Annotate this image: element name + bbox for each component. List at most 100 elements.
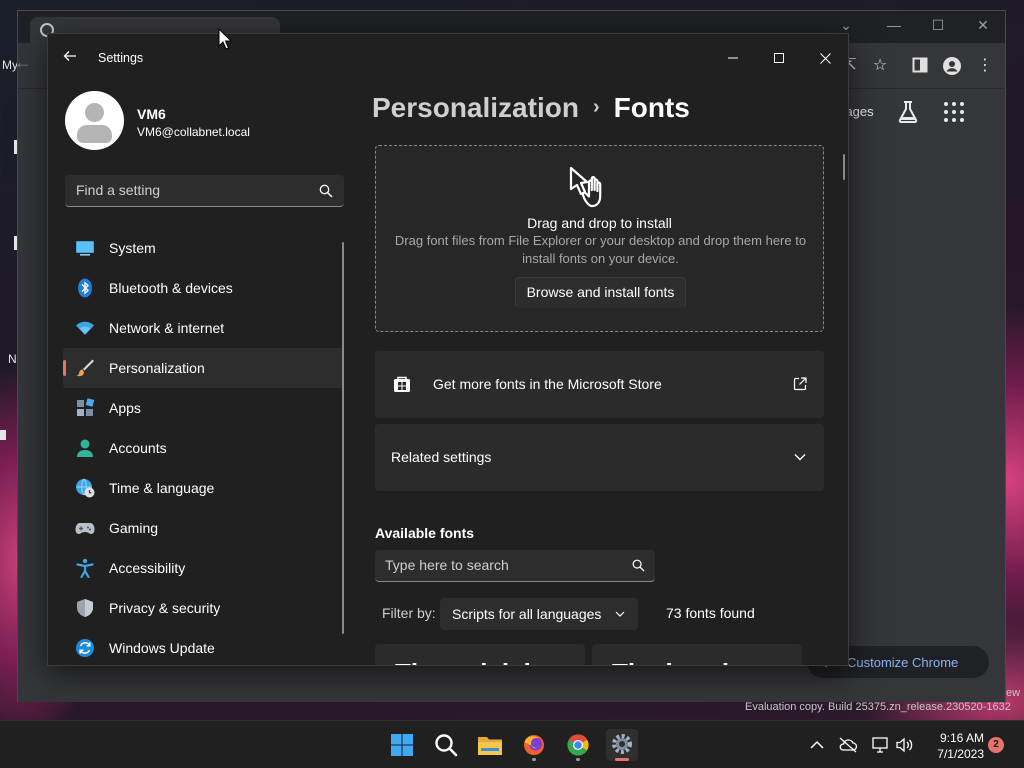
maximize-icon <box>774 53 784 63</box>
cloud-sync-icon[interactable] <box>838 735 858 755</box>
user-name: VM6 <box>137 106 166 122</box>
fonts-found-count: 73 fonts found <box>666 605 755 621</box>
nav-item-personalization[interactable]: Personalization <box>63 348 344 388</box>
running-indicator <box>532 758 536 761</box>
nav-item-system[interactable]: System <box>63 228 344 268</box>
search-icon[interactable] <box>319 184 333 198</box>
nav-item-bluetooth[interactable]: Bluetooth & devices <box>63 268 344 308</box>
watermark-text-tail: ew <box>1006 687 1021 699</box>
evaluation-watermark: Evaluation copy. Build 25375.zn_release.… <box>745 701 1011 713</box>
volume-icon[interactable] <box>894 735 914 755</box>
mouse-cursor-icon <box>218 28 232 50</box>
maximize-button[interactable] <box>756 42 802 74</box>
settings-window: Settings VM6 VM6@collabnet.local System … <box>47 33 849 666</box>
file-explorer-icon <box>478 737 502 755</box>
settings-taskbar-button[interactable] <box>606 729 638 761</box>
nav-label: Windows Update <box>109 640 215 656</box>
nav-label: Personalization <box>109 360 205 376</box>
running-indicator <box>576 758 580 761</box>
maximize-icon[interactable]: ☐ <box>928 17 948 37</box>
firefox-icon <box>524 735 544 755</box>
settings-nav: System Bluetooth & devices Network & int… <box>63 228 345 665</box>
script-filter-dropdown[interactable]: Scripts for all languages <box>440 598 638 630</box>
close-button[interactable] <box>802 42 848 74</box>
system-icon <box>76 241 94 256</box>
search-icon[interactable] <box>632 559 645 572</box>
chevron-down-icon <box>615 611 625 617</box>
profile-icon[interactable] <box>943 57 961 75</box>
wifi-icon <box>76 321 94 335</box>
find-setting-box[interactable] <box>65 175 344 207</box>
font-preview-tile[interactable]: The quick brown fox <box>375 644 585 665</box>
find-setting-input[interactable] <box>65 175 305 205</box>
nav-item-accounts[interactable]: Accounts <box>63 428 344 468</box>
close-icon[interactable]: ✕ <box>973 17 993 37</box>
chevron-down-icon <box>794 454 806 461</box>
google-apps-icon[interactable] <box>944 102 964 122</box>
start-button[interactable] <box>386 729 418 761</box>
firefox-button[interactable] <box>518 729 550 761</box>
avatar-head <box>85 103 104 122</box>
side-panel-icon[interactable] <box>911 57 929 75</box>
file-explorer-button[interactable] <box>474 729 506 761</box>
start-icon <box>391 734 413 756</box>
font-drop-zone[interactable]: Drag and drop to install Drag font files… <box>375 145 824 332</box>
nav-item-privacy-security[interactable]: Privacy & security <box>63 588 344 628</box>
browse-install-fonts-button[interactable]: Browse and install fonts <box>515 277 686 308</box>
minimize-icon <box>728 57 738 59</box>
nav-label: Apps <box>109 400 141 416</box>
gamepad-icon <box>75 523 95 534</box>
nav-item-accessibility[interactable]: Accessibility <box>63 548 344 588</box>
nav-item-network[interactable]: Network & internet <box>63 308 344 348</box>
minimize-button[interactable] <box>710 42 756 74</box>
network-icon[interactable] <box>870 735 890 755</box>
chrome-back-icon[interactable]: ← <box>14 52 32 73</box>
system-clock[interactable]: 9:16 AM 7/1/2023 <box>922 730 984 762</box>
bookmark-star-icon[interactable]: ☆ <box>871 57 889 75</box>
filter-selected-value: Scripts for all languages <box>452 606 602 622</box>
minimize-icon[interactable]: — <box>884 17 904 37</box>
font-preview-text: The quick brown fox <box>395 658 585 665</box>
nav-item-apps[interactable]: Apps <box>63 388 344 428</box>
close-icon <box>819 52 831 64</box>
drag-hand-icon <box>569 166 602 208</box>
more-menu-icon[interactable]: ⋮ <box>976 57 994 75</box>
related-settings-label: Related settings <box>391 449 492 465</box>
notification-badge[interactable]: 2 <box>988 737 1004 753</box>
store-icon <box>394 376 410 392</box>
clock-date: 7/1/2023 <box>937 747 984 761</box>
nav-item-windows-update[interactable]: Windows Update <box>63 628 344 665</box>
nav-label: Network & internet <box>109 320 225 336</box>
taskbar-search-button[interactable] <box>430 729 462 761</box>
time-language-icon <box>76 478 95 498</box>
nav-scrollbar[interactable] <box>342 242 344 634</box>
apps-icon <box>77 398 95 416</box>
nav-label: Accessibility <box>109 560 186 576</box>
desktop-icon[interactable] <box>0 430 6 440</box>
font-preview-tile[interactable]: The lazy brown dog <box>592 644 802 665</box>
chevron-up-icon[interactable] <box>807 735 827 755</box>
microsoft-store-fonts-link[interactable]: Get more fonts in the Microsoft Store <box>375 351 824 418</box>
breadcrumb-parent[interactable]: Personalization <box>372 92 579 123</box>
accounts-icon <box>77 439 93 457</box>
accessibility-icon <box>76 558 94 578</box>
active-indicator <box>615 758 629 761</box>
desktop-label[interactable]: N <box>8 352 17 366</box>
content-scrollbar[interactable] <box>843 154 845 180</box>
nav-item-time-language[interactable]: Time & language <box>63 468 344 508</box>
nav-label: Bluetooth & devices <box>109 280 233 296</box>
page-title: Fonts <box>613 92 690 123</box>
bluetooth-icon <box>78 278 92 298</box>
labs-flask-icon[interactable] <box>897 100 919 124</box>
nav-item-gaming[interactable]: Gaming <box>63 508 344 548</box>
chrome-icon <box>567 734 589 756</box>
available-fonts-heading: Available fonts <box>375 525 475 541</box>
font-search-input[interactable] <box>375 550 620 580</box>
font-search-box[interactable] <box>375 550 655 582</box>
related-settings-expander[interactable]: Related settings <box>375 424 824 491</box>
windows-update-icon <box>76 639 94 657</box>
back-arrow-icon[interactable] <box>62 48 78 64</box>
chrome-button[interactable] <box>562 729 594 761</box>
nav-label: Gaming <box>109 520 159 536</box>
avatar[interactable] <box>65 91 124 150</box>
